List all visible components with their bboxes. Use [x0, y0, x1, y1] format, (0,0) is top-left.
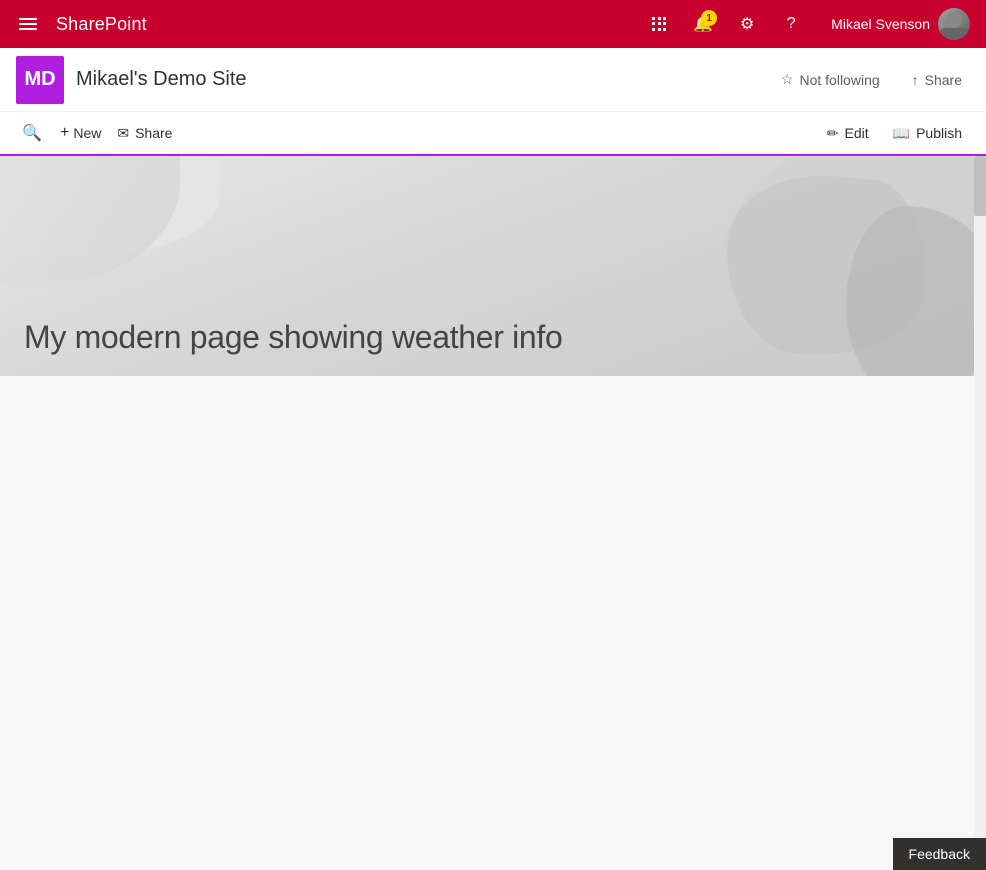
user-avatar	[938, 8, 970, 40]
notifications-button[interactable]: 🔔 1	[683, 4, 723, 44]
not-following-button[interactable]: ☆ Not following	[773, 67, 888, 92]
hamburger-icon	[19, 18, 37, 30]
notification-badge: 1	[701, 10, 717, 26]
not-following-label: Not following	[799, 72, 879, 88]
site-logo: MD	[16, 56, 64, 104]
help-button[interactable]: ?	[771, 4, 811, 44]
feedback-button[interactable]: Feedback	[893, 838, 986, 870]
hero-shape-3	[846, 206, 986, 376]
nav-right-section: 🔔 1 ⚙ ? Mikael Svenson	[639, 4, 978, 44]
share-command-label: Share	[135, 125, 172, 141]
edit-label: Edit	[845, 125, 869, 141]
share-header-label: Share	[925, 72, 962, 88]
share-icon: ↑	[912, 72, 919, 88]
share-command-button[interactable]: ✉ Share	[109, 121, 180, 146]
page-content: My modern page showing weather info	[0, 156, 986, 870]
book-icon: 📖	[893, 125, 910, 142]
hamburger-menu-button[interactable]	[8, 4, 48, 44]
email-icon: ✉	[117, 125, 129, 142]
site-title: Mikael's Demo Site	[76, 68, 247, 91]
question-icon: ?	[787, 15, 796, 33]
new-button[interactable]: + New	[52, 120, 109, 146]
apps-button[interactable]	[639, 4, 679, 44]
scrollbar-thumb[interactable]	[974, 156, 986, 216]
publish-label: Publish	[916, 125, 962, 141]
pencil-icon: ✏	[827, 125, 839, 142]
search-button[interactable]: 🔍	[16, 117, 48, 149]
scrollbar-track[interactable]	[974, 156, 986, 870]
search-icon: 🔍	[22, 123, 42, 143]
new-label: New	[73, 125, 101, 141]
hero-title: My modern page showing weather info	[24, 319, 562, 356]
site-header: MD Mikael's Demo Site ☆ Not following ↑ …	[0, 48, 986, 112]
user-display-name: Mikael Svenson	[831, 16, 930, 32]
hero-banner: My modern page showing weather info	[0, 156, 986, 376]
brand-name: SharePoint	[56, 14, 147, 35]
hero-shape-4	[0, 156, 180, 286]
gear-icon: ⚙	[740, 14, 754, 34]
edit-button[interactable]: ✏ Edit	[819, 121, 877, 146]
top-navigation: SharePoint 🔔 1 ⚙ ? Mikael Svenson	[0, 0, 986, 48]
plus-icon: +	[60, 124, 69, 142]
site-header-right: ☆ Not following ↑ Share	[773, 67, 970, 92]
star-icon: ☆	[781, 71, 794, 88]
command-bar-right: ✏ Edit 📖 Publish	[819, 121, 970, 146]
publish-button[interactable]: 📖 Publish	[885, 121, 970, 146]
apps-grid-icon	[652, 17, 666, 31]
settings-button[interactable]: ⚙	[727, 4, 767, 44]
share-header-button[interactable]: ↑ Share	[904, 68, 970, 92]
user-menu[interactable]: Mikael Svenson	[823, 4, 978, 44]
command-bar: 🔍 + New ✉ Share ✏ Edit 📖 Publish	[0, 112, 986, 156]
